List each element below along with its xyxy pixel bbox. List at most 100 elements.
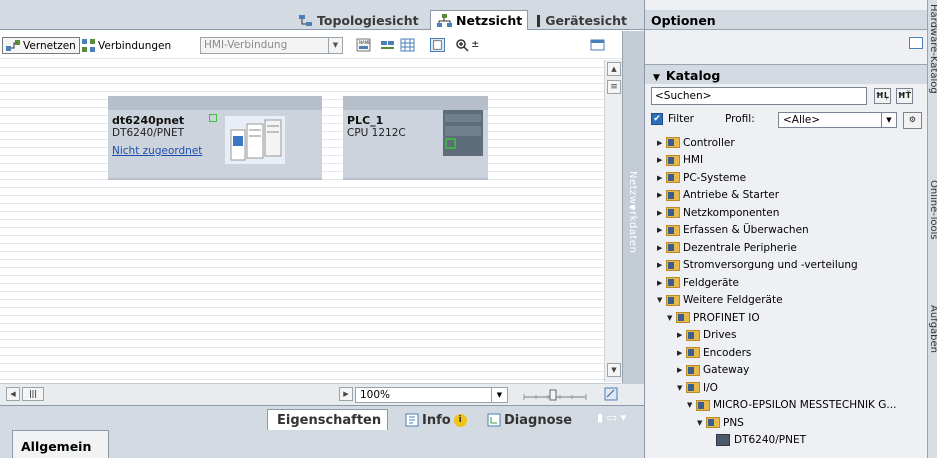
profile-label: Profil:	[725, 113, 755, 125]
tree-item[interactable]: ▶ Antriebe & Starter	[657, 187, 779, 204]
network-toolbar: Vernetzen Verbindungen HMI-Verbindung ▼ …	[0, 31, 624, 59]
tree-item[interactable]: ▶ Dezentrale Peripherie	[657, 239, 797, 256]
tab-properties[interactable]: Eigenschaften	[267, 409, 388, 431]
catalog-header[interactable]: ▼ Katalog	[645, 64, 927, 84]
tree-item[interactable]: ▼ I/O	[677, 379, 718, 396]
tab-hardware-catalog[interactable]: Hardware-Katalog	[928, 4, 937, 94]
bus-icon[interactable]	[380, 38, 395, 52]
scroll-down-icon[interactable]: ▼	[607, 363, 621, 377]
collapse-arrow-icon[interactable]: ▼	[657, 296, 666, 304]
tab-network-view[interactable]: Netzsicht	[430, 10, 528, 30]
tab-info[interactable]: Info i	[399, 409, 473, 431]
tree-item[interactable]: ▶ PC-Systeme	[657, 169, 746, 186]
tree-item[interactable]: ▼ MICRO-EPSILON MESSTECHNIK G...	[687, 397, 896, 414]
not-assigned-link[interactable]: Nicht zugeordnet	[112, 145, 202, 157]
scroll-up-icon[interactable]: ▲	[607, 62, 621, 76]
collapse-arrow-icon[interactable]: ▼	[687, 401, 696, 409]
tab-diagnose[interactable]: Diagnose	[481, 409, 578, 431]
expand-arrow-icon[interactable]: ▶	[677, 349, 686, 357]
collapse-arrow-icon[interactable]: ▼	[697, 419, 706, 427]
tab-general-label: Allgemein	[21, 439, 92, 454]
zoom-slider[interactable]	[522, 388, 588, 402]
folder-icon	[666, 207, 680, 218]
tree-item-label: PNS	[723, 416, 744, 429]
vertical-scrollbar[interactable]: ▲ ≡ ▼	[604, 60, 622, 382]
device-plc-1[interactable]: PLC_1 CPU 1212C	[343, 96, 488, 180]
minimize-icon[interactable]	[909, 37, 923, 49]
expand-arrow-icon[interactable]: ▶	[677, 366, 686, 374]
tab-general[interactable]: Allgemein	[12, 430, 109, 458]
expand-arrow-icon[interactable]: ▶	[657, 261, 666, 269]
tree-item[interactable]: ▶ HMI	[657, 152, 703, 169]
profile-select[interactable]: <Alle> ▼	[778, 112, 897, 128]
tab-properties-label: Eigenschaften	[277, 413, 382, 428]
tab-device-view[interactable]: Gerätesicht	[531, 10, 627, 30]
grid-icon[interactable]	[400, 38, 415, 52]
expand-arrow-icon[interactable]: ▶	[657, 191, 666, 199]
connection-type-select[interactable]: HMI-Verbindung ▼	[200, 37, 343, 54]
connections-button[interactable]: Verbindungen	[82, 37, 171, 54]
tree-item[interactable]: ▶ Netzkomponenten	[657, 204, 779, 221]
network-data-panel-toggle[interactable]: ◀ Netzwerkdaten	[622, 31, 644, 383]
tree-item[interactable]: ▶ Erfassen & Überwachen	[657, 222, 809, 239]
collapse-arrow-icon[interactable]: ▼	[677, 384, 686, 392]
expand-arrow-icon[interactable]: ▶	[657, 226, 666, 234]
zoom-select[interactable]: 100% ▼	[355, 387, 508, 403]
device-dt6240pnet[interactable]: dt6240pnet DT6240/PNET Nicht zugeordnet	[108, 96, 322, 180]
expand-arrow-icon[interactable]: ▶	[677, 331, 686, 339]
expand-arrow-icon[interactable]: ▶	[657, 209, 666, 217]
tree-item[interactable]: ▼ PNS	[697, 414, 744, 431]
scroll-left-icon[interactable]: ◀	[6, 387, 20, 401]
interface-port-icon[interactable]	[209, 114, 217, 122]
expand-arrow-icon[interactable]: ▶	[657, 279, 666, 287]
horizontal-scrollbar-row: ◀ ||| ▶ 100% ▼	[0, 383, 644, 405]
info-icon	[405, 413, 419, 427]
collapse-arrow-icon[interactable]: ▼	[667, 314, 676, 322]
profile-settings-icon[interactable]: ⚙	[903, 112, 922, 129]
tree-item-label: Weitere Feldgeräte	[683, 294, 783, 306]
tree-item-label: Netzkomponenten	[683, 206, 780, 219]
tree-item[interactable]: ▶ Stromversorgung und -verteilung	[657, 257, 858, 274]
expand-arrow-icon[interactable]: ▶	[657, 139, 666, 147]
tree-item[interactable]: ▶ Encoders	[677, 344, 751, 361]
address-icon[interactable]: NAME	[356, 38, 371, 52]
folder-icon	[686, 347, 700, 358]
tree-item[interactable]: ▶ Drives	[677, 327, 736, 344]
filter-checkbox[interactable]: ✔	[651, 113, 663, 125]
folder-icon	[666, 259, 680, 271]
tab-tasks[interactable]: Aufgaben	[928, 305, 937, 353]
tab-online-tools[interactable]: Online-Tools	[928, 180, 937, 240]
tree-item-label: Dezentrale Peripherie	[683, 241, 797, 254]
fit-view-icon[interactable]	[604, 387, 618, 401]
tree-item[interactable]: DT6240/PNET	[707, 432, 806, 449]
inspector-tab-bar: Eigenschaften Info i Diagnose ▮ ▭ ▾	[0, 405, 644, 431]
search-up-icon[interactable]: ĦŤ	[896, 88, 913, 104]
zoom-dropdown-icon[interactable]: ±	[471, 39, 479, 50]
tree-item[interactable]: ▼ Weitere Feldgeräte	[657, 292, 783, 309]
tree-item[interactable]: ▶ Feldgeräte	[657, 274, 739, 291]
network-icon	[437, 14, 452, 27]
network-canvas[interactable]: dt6240pnet DT6240/PNET Nicht zugeordnet …	[0, 60, 604, 382]
network-button[interactable]: Vernetzen	[2, 37, 80, 54]
catalog-search-placeholder: <Suchen>	[655, 90, 712, 102]
scroll-right-icon[interactable]: ▶	[339, 387, 353, 401]
filter-label: Filter	[668, 113, 695, 125]
tree-item[interactable]: ▼ PROFINET IO	[667, 309, 760, 326]
search-down-icon[interactable]: ĦĻ	[874, 88, 891, 104]
panel-controls-icon[interactable]: ▮ ▭ ▾	[597, 411, 626, 424]
zoom-icon[interactable]	[455, 38, 470, 52]
tree-item[interactable]: ▶ Gateway	[677, 362, 749, 379]
tab-topology-view[interactable]: Topologiesicht	[292, 10, 428, 30]
catalog-search-input[interactable]: <Suchen>	[651, 87, 867, 105]
overview-icon[interactable]	[590, 38, 605, 52]
hscroll-thumb[interactable]: |||	[22, 387, 44, 401]
properties-subtab-bar: Allgemein	[0, 430, 644, 458]
expand-arrow-icon[interactable]: ▶	[657, 156, 666, 164]
expand-arrow-icon[interactable]: ▶	[657, 244, 666, 252]
tree-item[interactable]: ▶ Controller	[657, 134, 735, 151]
connections-button-label: Verbindungen	[98, 39, 172, 52]
expand-arrow-icon[interactable]: ▶	[657, 174, 666, 182]
scroll-thumb-icon[interactable]: ≡	[607, 80, 621, 94]
page-break-icon[interactable]	[430, 38, 445, 52]
tab-diagnose-label: Diagnose	[504, 412, 573, 428]
